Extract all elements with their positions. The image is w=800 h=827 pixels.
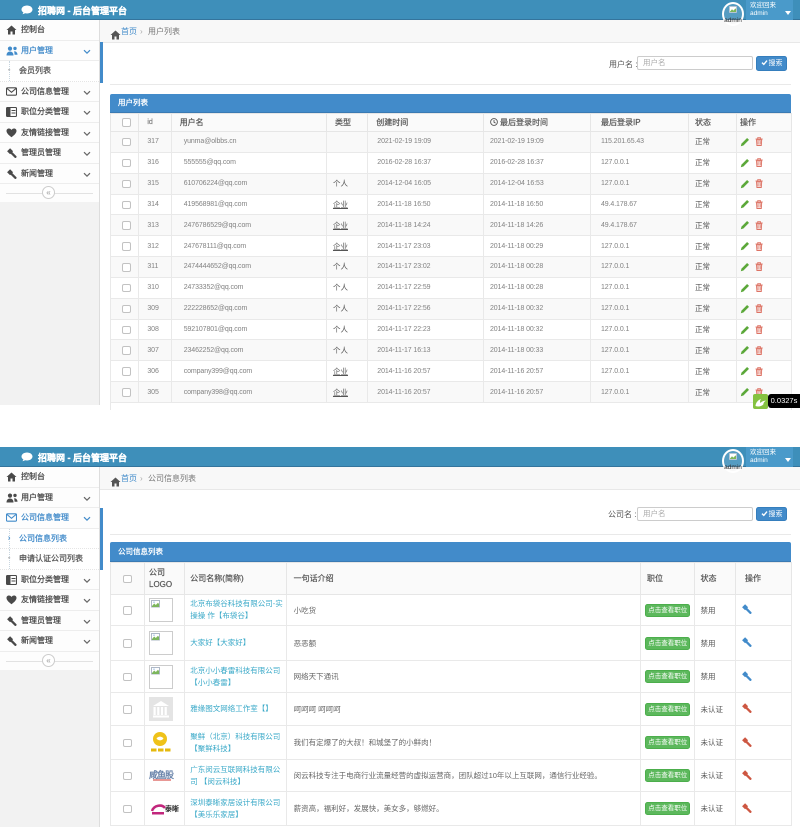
svg-text:泰晰: 泰晰 bbox=[164, 804, 179, 813]
